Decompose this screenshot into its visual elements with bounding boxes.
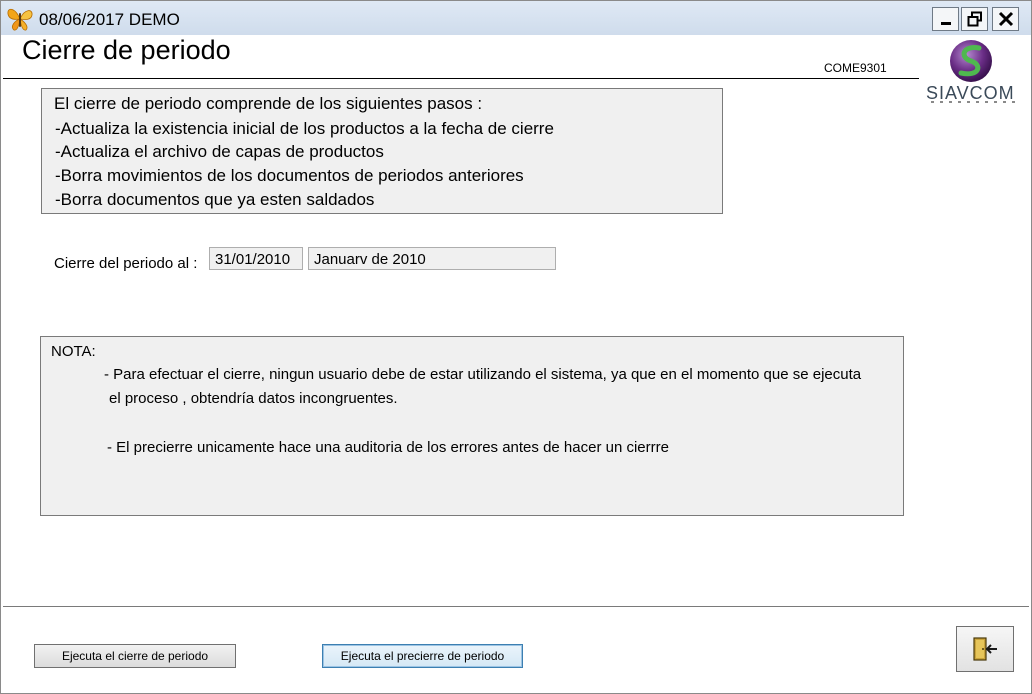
steps-intro: El cierre de periodo comprende de los si… (54, 94, 483, 113)
steps-panel: El cierre de periodo comprende de los si… (41, 88, 723, 214)
close-period-button[interactable]: Ejecuta el cierre de periodo (34, 644, 236, 668)
logo-underline (931, 101, 1017, 103)
title-bar[interactable]: 08/06/2017 DEMO (1, 1, 1031, 35)
note-panel: NOTA: - Para efectuar el cierre, ningun … (40, 336, 904, 516)
close-icon (998, 11, 1013, 27)
pre-close-period-button[interactable]: Ejecuta el precierre de periodo (322, 644, 523, 668)
period-date-field[interactable]: 31/01/2010 (209, 247, 303, 270)
screen-code: COME9301 (824, 61, 887, 75)
period-label: Cierre del periodo al : (54, 255, 198, 272)
main-window: 08/06/2017 DEMO Cierre de periodo COME93… (0, 0, 1032, 694)
exit-door-icon (973, 637, 997, 661)
minimize-icon (940, 22, 951, 25)
note-line: - El precierre unicamente hace una audit… (107, 439, 669, 456)
period-month-field: Januarv de 2010 (308, 247, 556, 270)
header-divider (3, 78, 919, 79)
restore-button[interactable] (961, 7, 988, 31)
step-item: -Borra documentos que ya esten saldados (55, 190, 375, 209)
restore-icon (967, 11, 982, 27)
note-line: - Para efectuar el cierre, ningun usuari… (104, 366, 862, 383)
page-title: Cierre de periodo (22, 35, 231, 65)
step-item: -Actualiza el archivo de capas de produc… (55, 142, 384, 161)
exit-button[interactable] (956, 626, 1014, 672)
minimize-button[interactable] (932, 7, 959, 31)
step-item: -Actualiza la existencia inicial de los … (55, 119, 554, 138)
note-heading: NOTA: (51, 343, 96, 360)
close-button[interactable] (992, 7, 1019, 31)
footer-divider (3, 606, 1029, 607)
step-item: -Borra movimientos de los documentos de … (55, 166, 524, 185)
window-title: 08/06/2017 DEMO (39, 10, 180, 29)
butterfly-icon (7, 8, 33, 31)
note-line: el proceso , obtendría datos incongruent… (109, 390, 398, 407)
